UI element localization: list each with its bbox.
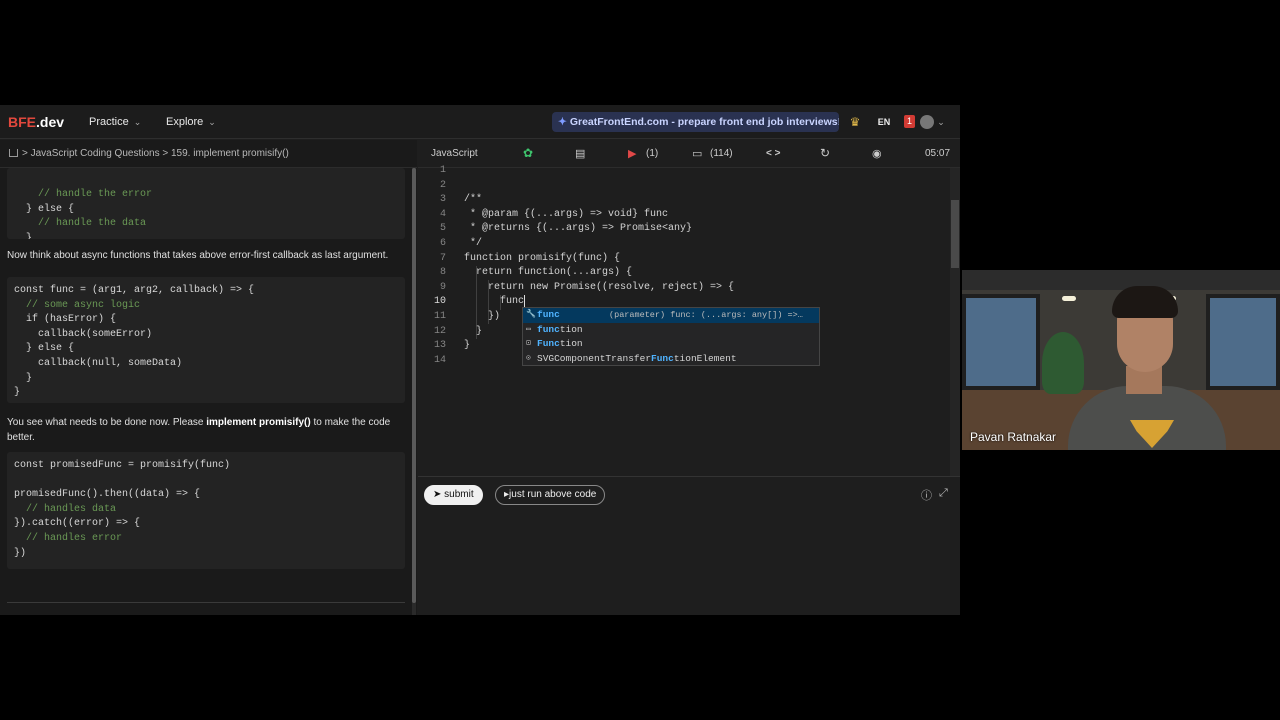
- line-number: 2: [439, 179, 446, 191]
- notes-icon[interactable]: ▤: [575, 147, 585, 160]
- line-number: 6: [439, 238, 446, 249]
- window-left: [962, 294, 1040, 390]
- window-right: [1206, 294, 1280, 390]
- breadcrumb: > JavaScript Coding Questions > 159. imp…: [0, 140, 417, 168]
- divider: [418, 476, 960, 477]
- promo-banner[interactable]: ✦ GreatFrontEnd.com - prepare front end j…: [552, 112, 839, 132]
- line-number: 13: [433, 340, 446, 352]
- person-hair: [1112, 286, 1178, 318]
- code-icon[interactable]: < >: [766, 148, 780, 159]
- app-window: BFE.dev Practice ⌄ Explore ⌄ ✦ GreatFrontEn…: [0, 105, 960, 615]
- line-number: 7: [439, 252, 446, 264]
- line-number: 5: [439, 223, 446, 235]
- description-paragraph-2: You see what needs to be done now. Pleas…: [7, 417, 391, 443]
- editor-toolbar: JavaScript ✿ ▤ ▶ (1) ▭ (114) < > ↻ ◉ 05:…: [418, 140, 960, 168]
- class-icon: ⊡: [526, 339, 531, 349]
- problem-panel: > JavaScript Coding Questions > 159. imp…: [0, 140, 417, 615]
- code-line: * @returns {(...args) => Promise<any}: [464, 223, 693, 235]
- timer: 05:07: [925, 148, 951, 159]
- webcam-overlay: Pavan Ratnakar: [962, 270, 1280, 450]
- scrollbar-thumb[interactable]: [412, 168, 416, 603]
- line-number: 3: [439, 194, 446, 206]
- code-line: return function(...args) {: [464, 267, 633, 279]
- info-icon[interactable]: ⓘ: [921, 487, 932, 503]
- send-icon: ➤: [433, 489, 445, 500]
- suggestion-item[interactable]: ▭ function: [523, 323, 819, 338]
- wrench-icon: 🔧: [526, 310, 536, 319]
- comments-icon[interactable]: ▭: [692, 147, 702, 160]
- chevron-down-icon[interactable]: ⌄: [936, 113, 946, 131]
- autocomplete-popup: 🔧 func (parameter) func: (...args: any[]) …: [522, 307, 820, 366]
- suggestion-item[interactable]: ⊡ Function: [523, 337, 819, 352]
- submit-button[interactable]: ➤ submit: [424, 485, 483, 505]
- comments-count[interactable]: (114): [710, 148, 733, 159]
- expand-icon[interactable]: ⤢: [939, 487, 948, 500]
- notification-badge[interactable]: 1: [904, 115, 915, 128]
- code-line: }: [464, 340, 471, 352]
- avatar[interactable]: [920, 115, 934, 129]
- code-line: return new Promise((resolve, reject) => …: [464, 281, 735, 293]
- editor-panel: JavaScript ✿ ▤ ▶ (1) ▭ (114) < > ↻ ◉ 05:…: [418, 140, 960, 615]
- record-icon[interactable]: ◉: [872, 147, 882, 160]
- line-number: 9: [439, 281, 446, 293]
- refresh-icon[interactable]: ↻: [820, 146, 830, 160]
- language-select[interactable]: JavaScript: [431, 148, 478, 159]
- code-block-2: const func = (arg1, arg2, callback) => {…: [7, 277, 405, 403]
- interface-icon: ⊙: [526, 353, 531, 363]
- ceiling: [962, 270, 1280, 290]
- bfe-logo[interactable]: BFE.dev: [8, 114, 64, 130]
- plant: [1042, 332, 1084, 394]
- video-count[interactable]: (1): [646, 148, 658, 159]
- pin-icon: ✦: [558, 116, 567, 128]
- code-line-current: func: [464, 295, 526, 310]
- nav-practice[interactable]: Practice ⌄: [89, 116, 141, 128]
- code-block-3: const promisedFunc = promisify(func) pro…: [7, 452, 405, 569]
- code-line: }: [464, 325, 483, 337]
- code-block-1: // handle the error } else { // handle t…: [7, 168, 405, 239]
- chevron-down-icon: ⌄: [208, 117, 216, 127]
- line-number: 11: [433, 311, 446, 322]
- breadcrumb-current: 159. implement promisify(): [171, 148, 289, 159]
- language-toggle[interactable]: EN: [874, 113, 894, 131]
- video-icon[interactable]: ▶: [628, 147, 636, 160]
- breadcrumb-section[interactable]: JavaScript Coding Questions: [31, 148, 160, 159]
- line-number: 1: [439, 165, 446, 176]
- keyword-icon: ▭: [526, 324, 531, 334]
- line-number: 8: [439, 267, 446, 279]
- nav-explore[interactable]: Explore ⌄: [166, 116, 216, 128]
- run-code-button[interactable]: ▸just run above code: [495, 485, 606, 505]
- home-icon[interactable]: [9, 149, 18, 157]
- code-line: */: [464, 238, 483, 249]
- suggestion-item[interactable]: ⊙ SVGComponentTransferFunctionElement: [523, 352, 819, 367]
- code-line: /**: [464, 194, 483, 206]
- chevron-down-icon: ⌄: [133, 117, 142, 127]
- divider: [7, 602, 405, 603]
- code-editor[interactable]: 1 2 3 4 5 6 7 8 9 10 11 12 13 14 /** * @…: [418, 165, 950, 476]
- lamp: [1062, 296, 1076, 301]
- trophy-icon[interactable]: ♛: [848, 113, 862, 131]
- top-navbar: BFE.dev Practice ⌄ Explore ⌄ ✦ GreatFrontEn…: [0, 105, 960, 139]
- presenter-name: Pavan Ratnakar: [970, 430, 1057, 444]
- code-line: function promisify(func) {: [464, 252, 621, 264]
- code-line: * @param {(...args) => void} func: [464, 208, 669, 220]
- editor-scrollbar[interactable]: [950, 168, 960, 476]
- line-number: 12: [433, 325, 446, 337]
- line-number: 10: [433, 296, 446, 308]
- openai-icon[interactable]: ✿: [523, 146, 533, 160]
- scrollbar-thumb[interactable]: [951, 200, 959, 268]
- description-paragraph-1: Now think about async functions that tak…: [7, 250, 389, 261]
- code-line: }): [464, 311, 501, 322]
- line-number: 4: [439, 208, 446, 220]
- suggestion-item[interactable]: 🔧 func (parameter) func: (...args: any[]) …: [523, 308, 819, 323]
- line-number: 14: [433, 354, 446, 366]
- problem-scrollbar[interactable]: [412, 168, 416, 615]
